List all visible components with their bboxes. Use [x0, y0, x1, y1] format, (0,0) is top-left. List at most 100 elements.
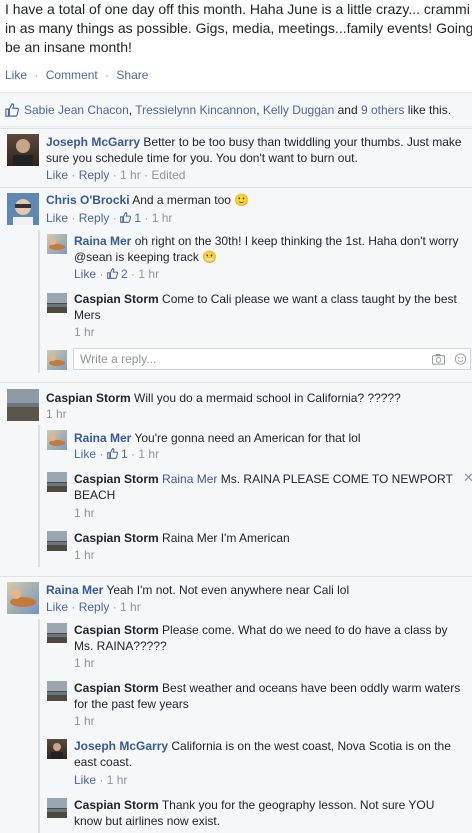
comment-text: Yeah I'm not. Not even anywhere near Cal… [106, 583, 350, 597]
timestamp[interactable]: 1 hr [152, 211, 173, 225]
timestamp[interactable]: 1 hr [138, 447, 159, 461]
commenter-name[interactable]: Joseph McGarry [46, 135, 140, 149]
timestamp[interactable]: 1 hr [74, 506, 95, 520]
thumbs-up-icon [106, 448, 118, 459]
camera-icon[interactable] [432, 353, 445, 365]
commenter-name[interactable]: Caspian Storm [74, 623, 159, 637]
avatar[interactable] [47, 798, 67, 818]
comment-meta: Like · 1 hr [74, 773, 128, 787]
comment: Raina Mer Yeah I'm not. Not even anywher… [46, 582, 466, 598]
timestamp[interactable]: 1 hr [74, 325, 95, 339]
mermaid-avatar-icon [49, 239, 65, 250]
avatar[interactable] [7, 134, 39, 166]
commenter-name[interactable]: Chris O'Brocki [46, 193, 130, 207]
timestamp[interactable]: 1 hr [120, 168, 141, 182]
reply-link[interactable]: Reply [79, 211, 110, 225]
avatar[interactable] [7, 193, 39, 225]
comment-text: You're gonna need an American for that l… [134, 431, 361, 445]
commenter-name[interactable]: Raina Mer [74, 234, 131, 248]
beach-avatar-icon [47, 542, 67, 545]
post-text: I have a total of one day off this month… [5, 0, 472, 57]
comment-text: California is on the west coast, Nova Sc… [171, 739, 451, 753]
like-link[interactable]: Like [74, 447, 96, 461]
avatar[interactable] [47, 531, 67, 551]
others-link[interactable]: 9 others [361, 103, 404, 117]
avatar[interactable] [47, 234, 67, 254]
timestamp[interactable]: 1 hr [46, 407, 67, 421]
share-link[interactable]: Share [116, 68, 148, 82]
comment-text: Better to be too busy than twiddling you… [143, 135, 462, 149]
timestamp[interactable]: 1 hr [120, 600, 141, 614]
comment-meta: 1 hr [46, 407, 67, 421]
mention-link[interactable]: Raina Mer [162, 472, 217, 486]
avatar[interactable] [47, 472, 67, 492]
person-avatar-icon [13, 139, 33, 166]
timestamp[interactable]: 1 hr [138, 267, 159, 281]
reply-comment: Caspian Storm Best weather and oceans ha… [74, 680, 466, 712]
commenter-name[interactable]: Raina Mer [74, 431, 131, 445]
commenter-name[interactable]: Caspian Storm [74, 531, 159, 545]
comment-text: BEACH [74, 488, 116, 502]
commenter-name[interactable]: Raina Mer [46, 583, 103, 597]
commenter-name[interactable]: Caspian Storm [74, 472, 159, 486]
reply-thread-line [38, 425, 40, 567]
comment-link[interactable]: Comment [46, 68, 98, 82]
reply-link[interactable]: Reply [79, 600, 110, 614]
avatar[interactable] [47, 681, 67, 701]
post-line: I have a total of one day off this month… [5, 1, 470, 17]
commenter-name[interactable]: Caspian Storm [46, 391, 131, 405]
avatar[interactable] [7, 582, 39, 614]
like-count[interactable]: 1 [121, 447, 128, 461]
comment-text: Ms. RAINA????? [74, 639, 167, 653]
reply-link[interactable]: Reply [79, 168, 110, 182]
person-avatar-icon [13, 199, 33, 225]
reply-input[interactable]: Write a reply... [73, 348, 471, 370]
comma: , [256, 103, 260, 117]
reply-comment: Raina Mer You're gonna need an American … [74, 430, 466, 446]
avatar[interactable] [47, 739, 67, 759]
like-link[interactable]: Like [74, 267, 96, 281]
timestamp[interactable]: 1 hr [74, 714, 95, 728]
likes-text: Sabie Jean Chacon, Tressielynn Kincannon… [24, 103, 451, 117]
reply-comment: Caspian Storm Raina Mer Ms. RAINA PLEASE… [74, 471, 462, 503]
beach-avatar-icon [47, 304, 67, 307]
beach-avatar-icon [47, 692, 67, 695]
comment-meta: 1 hr [74, 656, 95, 670]
like-link[interactable]: Like [46, 168, 68, 182]
comment: Chris O'Brocki And a merman too 🙂 [46, 192, 466, 208]
avatar[interactable] [47, 430, 67, 450]
like-link[interactable]: Like [5, 68, 27, 82]
reply-comment: Raina Mer oh right on the 30th! I keep t… [74, 233, 466, 265]
like-link[interactable]: Like [74, 773, 96, 787]
like-count[interactable]: 2 [121, 267, 128, 281]
close-icon[interactable]: ✕ [463, 470, 472, 486]
liker-name[interactable]: Sabie Jean Chacon [24, 103, 129, 117]
like-link[interactable]: Like [46, 600, 68, 614]
like-link[interactable]: Like [46, 211, 68, 225]
comment-meta: Like · Reply · 1 hr [46, 600, 141, 614]
timestamp[interactable]: 1 hr [74, 548, 95, 562]
emoji-icon[interactable] [454, 353, 467, 365]
thumbs-up-icon [5, 103, 19, 117]
comment-text: And a merman too [132, 193, 231, 207]
comment-text: Come to Cali please we want a class taug… [162, 292, 457, 306]
commenter-name[interactable]: Caspian Storm [74, 681, 159, 695]
comment-meta: Like · 1 · 1 hr [74, 447, 160, 461]
avatar[interactable] [7, 389, 39, 421]
timestamp[interactable]: 1 hr [107, 773, 128, 787]
commenter-name[interactable]: Caspian Storm [74, 798, 159, 812]
like-count[interactable]: 1 [134, 211, 141, 225]
commenter-name[interactable]: Caspian Storm [74, 292, 159, 306]
beach-avatar-icon [47, 483, 67, 486]
liker-name[interactable]: Tressielynn Kincannon [135, 103, 256, 117]
liker-name[interactable]: Kelly Duggan [263, 103, 334, 117]
avatar[interactable] [47, 293, 67, 313]
timestamp[interactable]: 1 hr [74, 656, 95, 670]
commenter-name[interactable]: Joseph McGarry [74, 739, 168, 753]
comment-meta: 1 hr [74, 506, 95, 520]
comment-text: sure you schedule time for you. You don'… [46, 151, 358, 165]
comment-meta: 1 hr [74, 714, 95, 728]
avatar[interactable] [47, 623, 67, 643]
comment-text: know but airlines now exist. [74, 814, 221, 828]
comment-text: Mers [74, 308, 101, 322]
